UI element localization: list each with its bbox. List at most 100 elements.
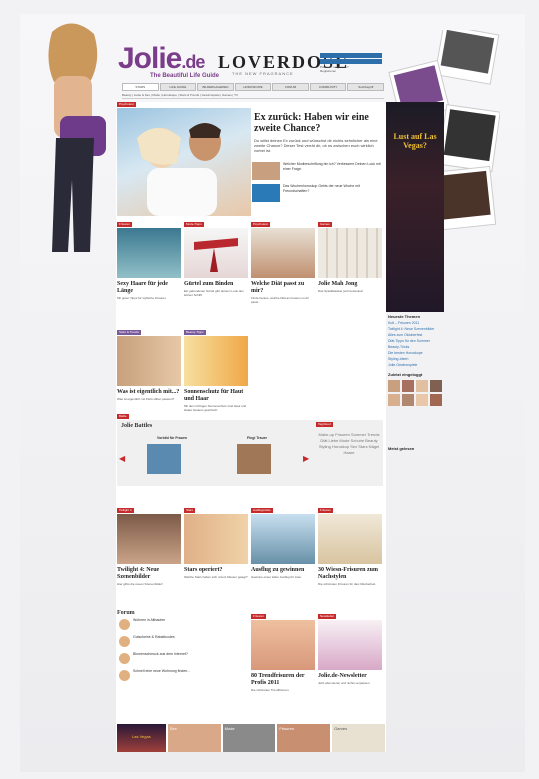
avatar[interactable] xyxy=(430,394,442,406)
forum-row[interactable]: Schnell eine neue Wohnung finden... xyxy=(117,667,251,684)
card-title: 80 Trendfrisuren der Profis 2011 xyxy=(251,673,305,686)
card-text: Die schönsten Frisuren für das Oktoberfe… xyxy=(318,582,377,586)
card-image xyxy=(251,514,315,564)
bottom-teaser[interactable]: Frisuren xyxy=(277,724,331,752)
nav-community[interactable]: COMMUNITY xyxy=(309,83,347,91)
avatar[interactable] xyxy=(388,380,400,392)
article-card[interactable]: Mode-Tipps Gürtel zum Binden Ein gebunde… xyxy=(184,222,248,297)
battle-next-icon[interactable]: ▶ xyxy=(303,454,309,463)
password-field[interactable] xyxy=(320,59,382,64)
avatar[interactable] xyxy=(402,394,414,406)
battle-right-image[interactable] xyxy=(237,444,271,474)
avatar[interactable] xyxy=(430,380,442,392)
forum-row[interactable]: Wohnen in Altbauten xyxy=(117,616,251,633)
article-card[interactable]: Stars & Trends Was ist eigentlich mit...… xyxy=(117,330,181,401)
forum-row-text: Gutscheine & Rabattcodes xyxy=(133,635,175,639)
card-image xyxy=(318,514,382,564)
battle-prev-icon[interactable]: ◀ xyxy=(119,454,125,463)
sidebar: Lust auf Las Vegas? Neueste Themen Kult … xyxy=(386,102,444,752)
battle-right-label: Fingi Trauer xyxy=(247,436,268,440)
card-tag: Twilight 4 xyxy=(117,508,134,513)
battles-tag: Battle xyxy=(117,414,129,419)
nav-horoskope[interactable]: HOROSKOPE xyxy=(234,83,272,91)
article-card[interactable]: Psychotest Welche Diät passt zu mir? Fin… xyxy=(251,222,315,304)
card-title: Was ist eigentlich mit...? xyxy=(117,389,180,395)
card-image xyxy=(117,228,181,278)
sub-nav[interactable]: Beauty | Liebe & Sex | Mode | Horoskope … xyxy=(122,92,384,99)
card-image xyxy=(184,336,248,386)
card-image xyxy=(117,336,181,386)
avatar[interactable] xyxy=(416,380,428,392)
forum-box: Forum Wohnen in Altbauten Gutscheine & R… xyxy=(117,610,251,684)
bottom-teaser[interactable]: Las Vegas xyxy=(117,724,166,752)
search-input[interactable]: Suchbegriff xyxy=(347,83,385,91)
card-text: Jetzt abonnieren und nichts verpassen. xyxy=(318,681,371,685)
card-tag: Stars & Trends xyxy=(117,330,141,335)
card-title: Welche Diät passt zu mir? xyxy=(251,281,305,294)
card-title: Gürtel zum Binden xyxy=(184,281,234,287)
article-card[interactable]: Stars Stars operiert? Welche Stars haben… xyxy=(184,508,248,579)
username-field[interactable] xyxy=(320,53,382,58)
avatar xyxy=(119,670,130,681)
card-image xyxy=(117,514,181,564)
nav-bildergalerien[interactable]: BILDERGALERIEN xyxy=(197,83,234,91)
tag-cloud[interactable]: TagCloud Make-up Frisuren Sommer Trends … xyxy=(316,422,382,456)
forum-row[interactable]: Gutscheine & Rabattcodes xyxy=(117,633,251,650)
card-tag: Stars xyxy=(184,508,196,513)
card-title: Ausflug zu gewinnen xyxy=(251,567,305,573)
register-link[interactable]: Registrieren xyxy=(320,69,382,73)
card-title: Sexy Haare für jede Länge xyxy=(117,281,168,294)
hero-sub-thumb xyxy=(252,184,280,202)
tagcloud-tag: TagCloud xyxy=(316,422,333,427)
zuletzt-title: Zuletzt eingeloggt xyxy=(388,372,423,377)
card-image xyxy=(184,514,248,564)
card-image xyxy=(318,620,382,670)
bottom-teaser[interactable]: Mode xyxy=(222,724,276,752)
card-text: Gewinne einen tollen Ausflug für zwei. xyxy=(251,575,302,579)
tagcloud-words[interactable]: Make-up Frisuren Sommer Trends Diät Lieb… xyxy=(319,432,380,455)
card-image xyxy=(318,228,382,278)
article-card[interactable]: Games Jolie Mah Jong Das Spielklassiker … xyxy=(318,222,382,293)
card-tag: Beauty-Tipps xyxy=(184,330,206,335)
article-card[interactable]: Frisuren 30 Wiesn-Frisuren zum Nachstyle… xyxy=(318,508,382,586)
article-card[interactable]: Frisuren 80 Trendfrisuren der Profis 201… xyxy=(251,614,315,692)
nav-stars[interactable]: STARS xyxy=(122,83,159,91)
list-item[interactable]: Jolie-Gewinnspiele xyxy=(388,362,444,368)
battle-left-image[interactable] xyxy=(147,444,181,474)
forum-row-text: Blumenschmuck aus dem Internet? xyxy=(133,652,188,656)
hero-sub-item[interactable]: Das Wochenhoroskop Gehts der neue Woche … xyxy=(252,184,382,202)
card-text: Ein gebundener Gürtel gibt deinem Look d… xyxy=(184,289,244,297)
hero-tag: Psychotest xyxy=(117,102,136,107)
hero-couple-image xyxy=(137,123,221,216)
article-card[interactable]: Twilight 4 Twilight 4: Neue Szenenbilder… xyxy=(117,508,181,586)
hero-title[interactable]: Ex zurück: Haben wir eine zweite Chance? xyxy=(254,112,384,134)
login-box: Passwort vergessen? Registrieren xyxy=(320,52,382,73)
meist-gelesen-title: Meist gelesen xyxy=(388,446,415,451)
avatar[interactable] xyxy=(388,394,400,406)
article-card[interactable]: Ausflugsziele Ausflug zu gewinnen Gewinn… xyxy=(251,508,315,579)
card-text: Mit guten Tipps für stylische Frisuren. xyxy=(117,296,167,300)
hero-sub-thumb xyxy=(252,162,280,180)
main-nav: STARS LIFE GUIDE BILDERGALERIEN HOROSKOP… xyxy=(122,83,385,91)
las-vegas-ad[interactable]: Lust auf Las Vegas? xyxy=(386,102,444,312)
brand-logo[interactable]: Jolie.de xyxy=(118,42,205,76)
hero-image[interactable] xyxy=(117,108,251,216)
battle-left-label: Vorbild für Frauen xyxy=(157,436,188,440)
card-title: Sonnenschutz für Haut und Haar xyxy=(184,389,244,402)
card-title: Stars operiert? xyxy=(184,567,223,573)
forum-row[interactable]: Blumenschmuck aus dem Internet? xyxy=(117,650,251,667)
avatar[interactable] xyxy=(416,394,428,406)
article-card[interactable]: Frisuren Sexy Haare für jede Länge Mit g… xyxy=(117,222,181,300)
card-image xyxy=(251,228,315,278)
nav-forum[interactable]: FORUM xyxy=(272,83,309,91)
card-text: Finde heraus, welche Diät am besten zu d… xyxy=(251,296,309,304)
avatar[interactable] xyxy=(402,380,414,392)
brand-tld: .de xyxy=(181,52,205,72)
bottom-teaser[interactable]: Sex xyxy=(167,724,221,752)
nav-life-guide[interactable]: LIFE GUIDE xyxy=(159,83,197,91)
avatar xyxy=(119,619,130,630)
bottom-teaser[interactable]: Games xyxy=(332,724,385,752)
article-card[interactable]: Newsletter Jolie.de-Newsletter Jetzt abo… xyxy=(318,614,382,685)
hero-sub-item[interactable]: Welcher Modbeschriftung bin ich? Verbess… xyxy=(252,162,382,180)
article-card[interactable]: Beauty-Tipps Sonnenschutz für Haut und H… xyxy=(184,330,248,412)
